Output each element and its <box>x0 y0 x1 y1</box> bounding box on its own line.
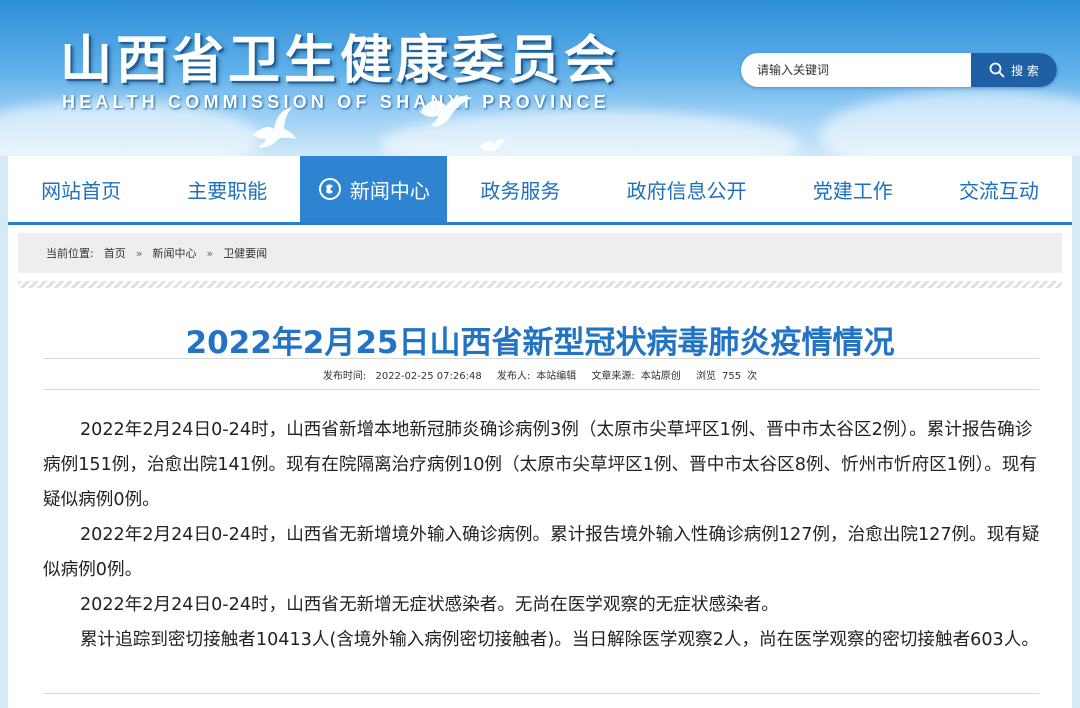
breadcrumb: 当前位置: 首页 » 新闻中心 » 卫健要闻 <box>18 233 1062 273</box>
publisher-label: 发布人: <box>496 371 531 382</box>
nav-item-label: 新闻中心 <box>349 178 430 203</box>
breadcrumb-separator: » <box>206 246 214 260</box>
nav-item-label: 党建工作 <box>812 178 893 203</box>
meta-divider <box>43 389 1039 390</box>
nav-item-functions[interactable]: 主要职能 <box>154 156 300 222</box>
nav-item-government-services[interactable]: 政务服务 <box>447 156 593 222</box>
search-input[interactable] <box>741 53 985 87</box>
breadcrumb-link-news-center[interactable]: 新闻中心 <box>152 245 196 261</box>
publish-time-label: 发布时间: <box>322 371 367 382</box>
search-box: 搜 索 <box>741 53 1057 87</box>
breadcrumb-link-health-news[interactable]: 卫健要闻 <box>223 245 267 261</box>
breadcrumb-link-home[interactable]: 首页 <box>104 245 126 261</box>
search-button[interactable]: 搜 索 <box>971 53 1057 87</box>
site-subtitle: HEALTH COMMISSION OF SHANXI PROVINCE <box>62 92 610 112</box>
nav-item-label: 政务服务 <box>480 178 561 203</box>
views-label: 浏览 <box>696 371 716 382</box>
article-paragraph: 累计追踪到密切接触者10413人(含境外输入病例密切接触者)。当日解除医学观察2… <box>79 630 1039 650</box>
article-meta: 发布时间: 2022-02-25 07:26:48 发布人: 本站编辑 文章来源:… <box>8 367 1072 382</box>
views-count: 755 <box>722 371 742 382</box>
publisher: 本站编辑 <box>536 371 577 382</box>
article-paragraph: 2022年2月24日0-24时，山西省无新增无症状感染者。无尚在医学观察的无症状… <box>79 595 779 615</box>
body-divider <box>43 693 1039 694</box>
nav-item-interaction[interactable]: 交流互动 <box>926 156 1072 222</box>
cloud-decoration <box>820 90 1080 156</box>
title-divider <box>43 358 1039 359</box>
nav-item-info-disclosure[interactable]: 政府信息公开 <box>594 156 780 222</box>
publish-time: 2022-02-25 07:26:48 <box>375 371 482 382</box>
article-body: 2022年2月24日0-24时，山西省新增本地新冠肺炎确诊病例3例（太原市尖草坪… <box>43 413 1041 658</box>
article-paragraph: 2022年2月24日0-24时，山西省新增本地新冠肺炎确诊病例3例（太原市尖草坪… <box>43 420 1038 510</box>
breadcrumb-separator: » <box>135 246 143 260</box>
nav-item-label: 网站首页 <box>41 178 122 203</box>
search-button-label: 搜 索 <box>1011 63 1039 78</box>
dove-icon <box>480 138 506 152</box>
site-header: 山西省卫生健康委员会 HEALTH COMMISSION OF SHANXI P… <box>0 0 1080 156</box>
article-title: 2022年2月25日山西省新型冠状病毒肺炎疫情情况 <box>185 325 895 361</box>
article-paragraph: 2022年2月24日0-24时，山西省无新增境外输入确诊病例。累计报告境外输入性… <box>43 525 1040 580</box>
nav-item-label: 交流互动 <box>958 178 1039 203</box>
nav-item-label: 政府信息公开 <box>626 178 747 203</box>
source: 本站原创 <box>640 371 681 382</box>
nav-item-party-work[interactable]: 党建工作 <box>780 156 926 222</box>
magnifier-icon <box>989 62 1005 78</box>
dove-icon <box>252 107 296 148</box>
dove-icon <box>420 96 472 127</box>
nav-item-news-center[interactable]: 新闻中心 <box>300 156 448 222</box>
nav-item-home[interactable]: 网站首页 <box>8 156 154 222</box>
source-label: 文章来源: <box>591 371 635 382</box>
globe-icon <box>318 178 341 200</box>
main-nav: 网站首页 主要职能 新闻中心 政务服务 政府信息公开 党建工作 交流互动 <box>8 156 1072 225</box>
breadcrumb-prefix: 当前位置: <box>46 247 94 260</box>
divider-stripe <box>18 281 1062 288</box>
content-area: 当前位置: 首页 » 新闻中心 » 卫健要闻 2022年2月25日山西省新型冠状… <box>8 225 1072 708</box>
nav-item-label: 主要职能 <box>187 178 268 203</box>
site-title: 山西省卫生健康委员会 <box>60 31 621 91</box>
views-unit: 次 <box>747 371 758 382</box>
